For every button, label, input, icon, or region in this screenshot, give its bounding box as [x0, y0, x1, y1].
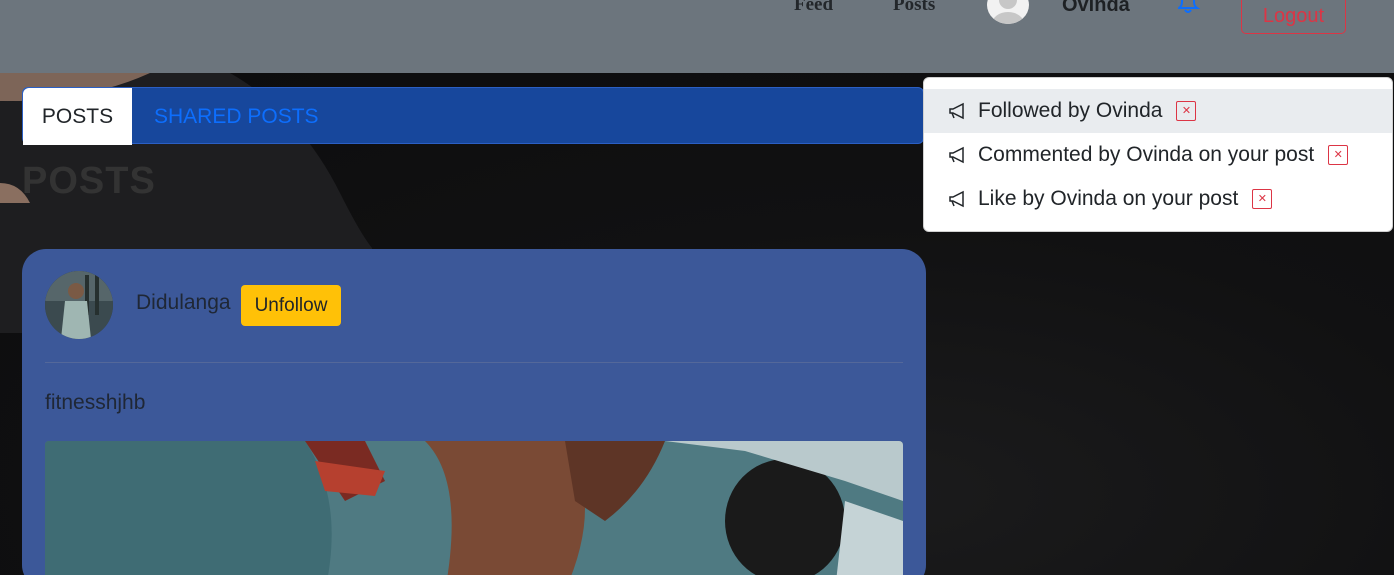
tab-shared-posts[interactable]: SHARED POSTS [154, 88, 319, 145]
post-tabs: POSTS SHARED POSTS [22, 87, 924, 145]
nav-link-feed[interactable]: Feed [794, 0, 833, 16]
divider [45, 362, 903, 363]
megaphone-icon [948, 146, 966, 164]
top-navbar: Feed Posts Ovinda Logout [0, 0, 1394, 73]
post-card: Didulanga Unfollow fitnesshjhb [22, 249, 926, 575]
megaphone-icon [948, 190, 966, 208]
notification-item[interactable]: Commented by Ovinda on your post ✕ [924, 133, 1392, 177]
notification-item[interactable]: Like by Ovinda on your post ✕ [924, 177, 1392, 221]
author-avatar[interactable] [45, 271, 113, 339]
close-icon[interactable]: ✕ [1176, 101, 1197, 121]
nav-link-posts[interactable]: Posts [893, 0, 935, 16]
unfollow-button[interactable]: Unfollow [241, 285, 341, 326]
notification-text: Like by Ovinda on your post [978, 187, 1239, 210]
close-icon[interactable]: ✕ [1252, 189, 1273, 209]
logout-button[interactable]: Logout [1241, 0, 1346, 34]
tab-posts[interactable]: POSTS [23, 88, 132, 145]
close-icon[interactable]: ✕ [1328, 145, 1349, 165]
notification-text: Followed by Ovinda [978, 99, 1163, 122]
nav-username[interactable]: Ovinda [1062, 0, 1130, 17]
megaphone-icon [948, 102, 966, 120]
post-author-name[interactable]: Didulanga [136, 291, 231, 315]
post-image[interactable] [45, 441, 903, 575]
notification-text: Commented by Ovinda on your post [978, 143, 1315, 166]
page-title: POSTS [22, 160, 156, 202]
bell-icon[interactable] [1175, 0, 1204, 16]
notification-item[interactable]: Followed by Ovinda ✕ [924, 89, 1392, 133]
notification-dropdown: Followed by Ovinda ✕ Commented by Ovinda… [923, 77, 1393, 232]
post-text: fitnesshjhb [45, 391, 146, 414]
user-avatar[interactable] [987, 0, 1029, 24]
